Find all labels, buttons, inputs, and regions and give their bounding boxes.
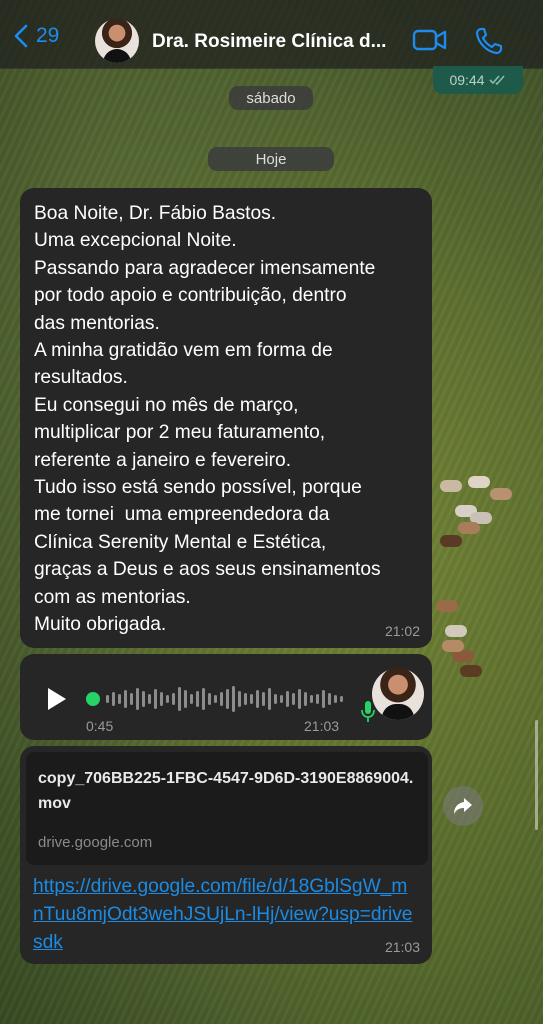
wallpaper-horse bbox=[440, 535, 462, 547]
waveform-bar bbox=[274, 694, 277, 704]
waveform-bar bbox=[178, 687, 181, 711]
waveform-bar bbox=[232, 686, 235, 712]
message-line: Eu consegui no mês de março, bbox=[34, 394, 299, 416]
date-chip-saturday: sábado bbox=[229, 86, 313, 110]
waveform-bar bbox=[160, 692, 163, 706]
waveform-bar bbox=[184, 690, 187, 708]
wallpaper-horse bbox=[470, 512, 492, 524]
waveform-bar bbox=[250, 694, 253, 704]
waveform-bar bbox=[130, 693, 133, 705]
waveform-bar bbox=[118, 694, 121, 704]
wallpaper-horse bbox=[460, 665, 482, 677]
waveform-bar bbox=[292, 693, 295, 705]
waveform-bar bbox=[196, 691, 199, 707]
message-time: 21:03 bbox=[304, 718, 340, 734]
waveform-bar bbox=[280, 695, 283, 703]
waveform-bar bbox=[322, 690, 325, 708]
waveform-bar bbox=[166, 695, 169, 703]
waveform-bar bbox=[142, 691, 145, 707]
waveform-bar bbox=[190, 694, 193, 704]
message-line: referente a janeiro e fevereiro. bbox=[34, 449, 292, 471]
wallpaper-horse bbox=[452, 650, 474, 662]
message-line: Clínica Serenity Mental e Estética, bbox=[34, 531, 327, 553]
message-time: 09:44 bbox=[449, 72, 485, 88]
wallpaper-horse bbox=[445, 625, 467, 637]
message-line: me tornei uma empreendedora da bbox=[34, 504, 330, 526]
message-link[interactable]: https://drive.google.com/file/d/18GblSgW… bbox=[33, 873, 413, 957]
waveform-bar bbox=[124, 690, 127, 708]
waveform-bar bbox=[298, 689, 301, 709]
message-time: 21:02 bbox=[384, 623, 420, 639]
share-icon bbox=[454, 798, 472, 814]
waveform-bar bbox=[316, 694, 319, 704]
chat-header: 29 Dra. Rosimeire Clínica d... bbox=[0, 0, 543, 69]
unread-count: 29 bbox=[36, 24, 60, 47]
waveform-bar bbox=[136, 688, 139, 710]
video-call-icon[interactable] bbox=[412, 26, 448, 54]
waveform-bar bbox=[106, 695, 109, 703]
message-line: Uma excepcional Noite. bbox=[34, 230, 237, 252]
waveform-bar bbox=[304, 692, 307, 706]
link-preview-title: copy_706BB225-1FBC-4547-9D6D-3190E886900… bbox=[38, 770, 414, 812]
waveform-bar bbox=[148, 694, 151, 704]
chevron-left-icon bbox=[14, 24, 28, 48]
waveform-bar bbox=[286, 691, 289, 707]
message-line: resultados. bbox=[34, 367, 128, 389]
waveform-bar bbox=[214, 695, 217, 703]
wallpaper-horse bbox=[442, 640, 464, 652]
waveform-bar bbox=[340, 696, 343, 702]
waveform-bar bbox=[244, 693, 247, 705]
link-preview-domain: drive.google.com bbox=[38, 834, 153, 851]
message-line: com as mentorias. bbox=[34, 586, 191, 608]
contact-avatar[interactable] bbox=[95, 19, 139, 63]
scrollbar[interactable] bbox=[535, 720, 538, 830]
waveform-bar bbox=[238, 691, 241, 707]
message-line: A minha gratidão vem em forma de bbox=[34, 340, 333, 362]
message-line: por todo apoio e contribuição, dentro bbox=[34, 285, 347, 307]
waveform-bar bbox=[262, 692, 265, 706]
link-preview-card[interactable]: copy_706BB225-1FBC-4547-9D6D-3190E886900… bbox=[26, 752, 428, 865]
waveform-bar bbox=[334, 695, 337, 703]
wallpaper-horse bbox=[436, 600, 458, 612]
wallpaper-horse bbox=[468, 476, 490, 488]
wallpaper-horse bbox=[455, 505, 477, 517]
message-line: Passando para agradecer imensamente bbox=[34, 257, 376, 279]
waveform-bar bbox=[154, 689, 157, 709]
message-line: graças a Deus e aos seus ensinamentos bbox=[34, 559, 381, 581]
sender-avatar bbox=[372, 668, 424, 720]
voice-waveform[interactable] bbox=[86, 684, 346, 714]
wallpaper-horse bbox=[490, 488, 512, 500]
wallpaper-horse bbox=[458, 522, 480, 534]
voice-duration: 0:45 bbox=[86, 718, 114, 734]
message-line: multiplicar por 2 meu faturamento, bbox=[34, 422, 326, 444]
share-button[interactable] bbox=[443, 786, 483, 826]
waveform-bar bbox=[256, 690, 259, 708]
waveform-bar bbox=[112, 692, 115, 706]
text-message-bubble[interactable]: Boa Noite, Dr. Fábio Bastos. Uma excepcio… bbox=[20, 188, 432, 648]
message-text: Boa Noite, Dr. Fábio Bastos. Uma excepcio… bbox=[34, 200, 381, 639]
message-line: Tudo isso está sendo possível, porque bbox=[34, 477, 362, 499]
waveform-bar bbox=[202, 688, 205, 710]
waveform-bar bbox=[220, 692, 223, 706]
waveform-bar bbox=[208, 693, 211, 705]
waveform-bar bbox=[328, 693, 331, 705]
wallpaper-horse bbox=[440, 480, 462, 492]
message-line: Muito obrigada. bbox=[34, 614, 167, 636]
waveform-bar bbox=[172, 693, 175, 705]
contact-name[interactable]: Dra. Rosimeire Clínica d... bbox=[152, 31, 386, 53]
playback-position-dot[interactable] bbox=[86, 692, 100, 706]
message-line: Boa Noite, Dr. Fábio Bastos. bbox=[34, 203, 277, 224]
waveform-bar bbox=[268, 688, 271, 710]
microphone-icon bbox=[361, 701, 375, 722]
previous-message-bubble[interactable]: 09:44 bbox=[433, 66, 523, 94]
play-icon[interactable] bbox=[48, 688, 66, 710]
message-line: das mentorias. bbox=[34, 312, 160, 334]
phone-icon[interactable] bbox=[474, 26, 504, 56]
waveform-bar bbox=[310, 695, 313, 703]
back-button[interactable]: 29 bbox=[14, 24, 59, 48]
read-receipt-icon bbox=[488, 75, 505, 86]
date-chip-today: Hoje bbox=[208, 147, 334, 171]
waveform-bar bbox=[226, 689, 229, 709]
